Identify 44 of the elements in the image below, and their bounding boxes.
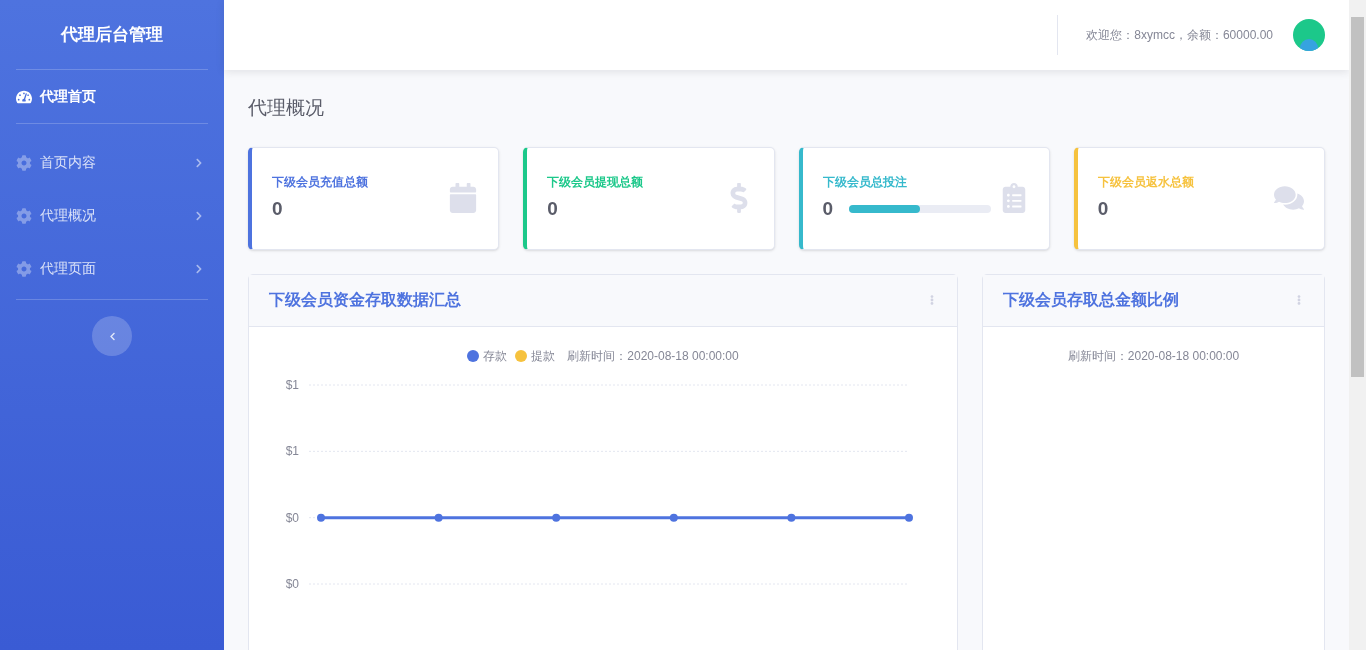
- stat-value: 0: [822, 196, 834, 221]
- speech-bubbles-icon: [1274, 183, 1304, 213]
- data-point: [669, 513, 678, 522]
- collapse-button[interactable]: [92, 316, 132, 356]
- data-point: [552, 513, 561, 522]
- chevron-icon: [194, 263, 204, 274]
- chevron-icon: [194, 210, 204, 221]
- stat-value: 0: [272, 196, 283, 221]
- stat-label: 下级会员总投注: [822, 173, 908, 191]
- stat-value: 0: [547, 196, 558, 221]
- chevron-left-icon: [107, 331, 117, 341]
- gear-icon: [16, 260, 32, 277]
- refresh-time: 刷新时间：2020-08-18 00:00:00: [567, 347, 739, 365]
- calendar-icon: [448, 183, 479, 213]
- panel-title: 下级会员存取总金额比例: [1003, 290, 1179, 310]
- stat-label: 下级会员提现总额: [547, 173, 645, 191]
- sidebar-item[interactable]: 首页内容: [16, 136, 208, 189]
- y-tick-label: $0: [285, 576, 299, 591]
- y-tick-label: $1: [285, 443, 299, 458]
- page-title: 代理概况: [248, 96, 325, 120]
- sidebar-title: 代理后台管理: [61, 23, 163, 46]
- y-tick-label: $0: [285, 510, 299, 525]
- legend-label: 提款: [531, 347, 556, 365]
- scrollbar[interactable]: [1349, 0, 1366, 650]
- refresh-time: 刷新时间：2020-08-18 00:00:00: [1067, 347, 1240, 365]
- chevron-icon: [194, 157, 204, 168]
- legend-label: 存款: [483, 347, 508, 365]
- gear-icon: [16, 207, 32, 224]
- data-point: [317, 513, 325, 522]
- data-point: [434, 513, 443, 522]
- gear-icon: [16, 154, 32, 171]
- y-tick-label: $1: [285, 377, 299, 392]
- welcome-text: 欢迎您：8xymcc，余额：60000.00: [1086, 27, 1273, 44]
- avatar-icon[interactable]: [1293, 19, 1325, 51]
- stat-label: 下级会员返水总额: [1097, 173, 1195, 191]
- panel-title: 下级会员资金存取数据汇总: [269, 290, 461, 310]
- speedometer-icon: [16, 88, 32, 105]
- data-point: [787, 513, 796, 522]
- data-point: [905, 513, 913, 522]
- stat-value: 0: [1097, 196, 1109, 221]
- sidebar-item[interactable]: 代理页面: [16, 242, 208, 295]
- sidebar-item[interactable]: 代理首页: [16, 70, 208, 123]
- stat-label: 下级会员充值总额: [272, 173, 369, 191]
- sidebar-item[interactable]: 代理概况: [16, 189, 208, 242]
